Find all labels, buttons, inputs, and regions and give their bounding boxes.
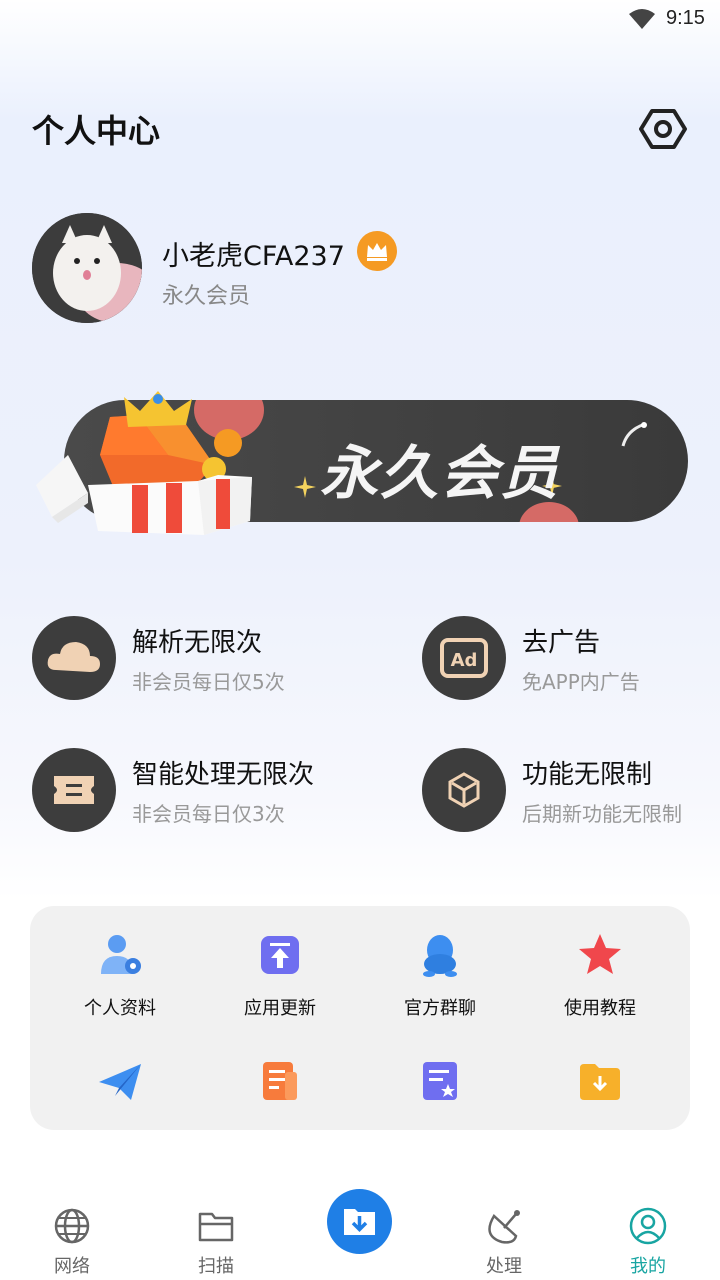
qq-icon	[423, 935, 457, 977]
gift-box-icon	[36, 391, 252, 535]
tool-share[interactable]	[40, 1056, 200, 1110]
nav-scan[interactable]: 扫描	[166, 1206, 266, 1278]
nav-mine[interactable]: 我的	[598, 1206, 698, 1278]
nav-process[interactable]: 处理	[454, 1206, 554, 1278]
nav-network[interactable]: 网络	[22, 1206, 122, 1278]
user-circle-icon	[629, 1207, 667, 1245]
svg-text:Ad: Ad	[451, 650, 478, 671]
folder-icon	[198, 1212, 234, 1242]
user-profile-icon	[101, 935, 141, 974]
sparkle-icon	[294, 476, 316, 498]
crown-icon	[357, 231, 397, 271]
page-title: 个人中心	[32, 112, 161, 150]
feature-subtitle: 后期新功能无限制	[522, 802, 682, 826]
cube-icon	[422, 748, 506, 832]
feature-unlimited-processing[interactable]: 智能处理无限次 非会员每日仅3次	[32, 748, 372, 838]
member-status: 永久会员	[162, 284, 251, 309]
tool-label: 个人资料	[84, 998, 156, 1019]
globe-icon	[54, 1208, 90, 1244]
nav-label: 扫描	[198, 1256, 234, 1277]
download-folder-button[interactable]	[327, 1189, 392, 1254]
tool-downloads[interactable]	[520, 1056, 680, 1110]
feature-no-ads[interactable]: Ad 去广告 免APP内广告	[422, 616, 720, 706]
feature-title: 智能处理无限次	[132, 760, 315, 790]
download-folder-icon	[344, 1209, 375, 1235]
avatar[interactable]	[32, 213, 142, 323]
feature-title: 解析无限次	[132, 628, 263, 658]
ticket-icon	[32, 748, 116, 832]
username: 小老虎CFA237	[162, 241, 345, 272]
nav-label: 我的	[630, 1256, 666, 1277]
bottom-nav: 网络 扫描 处理 我的	[0, 1180, 720, 1280]
status-bar: 9:15	[0, 0, 720, 40]
rated-list-icon	[423, 1062, 457, 1100]
wifi-icon	[629, 9, 655, 29]
feature-unlimited-parse[interactable]: 解析无限次 非会员每日仅5次	[32, 616, 372, 706]
update-icon	[261, 936, 299, 974]
nav-label: 网络	[54, 1256, 90, 1277]
tool-label: 使用教程	[564, 998, 636, 1019]
feature-subtitle: 非会员每日仅3次	[132, 802, 285, 826]
document-list-icon	[263, 1062, 297, 1100]
feature-unlimited-functions[interactable]: 功能无限制 后期新功能无限制	[422, 748, 720, 838]
avatar-cat-image	[32, 213, 142, 323]
status-time: 9:15	[666, 7, 705, 29]
satellite-icon	[488, 1210, 520, 1244]
folder-download-icon	[580, 1064, 620, 1100]
vip-banner[interactable]: 永久会员	[28, 385, 692, 545]
tools-panel: 个人资料 应用更新 官方群聊 使用教程	[30, 906, 690, 1130]
cloud-icon	[32, 616, 116, 700]
ad-icon: Ad	[422, 616, 506, 700]
feature-subtitle: 免APP内广告	[522, 670, 640, 694]
tool-favorites[interactable]	[360, 1056, 520, 1110]
tool-profile[interactable]: 个人资料	[40, 930, 200, 1020]
star-icon	[579, 934, 621, 974]
tool-label: 应用更新	[244, 998, 316, 1019]
tool-documents[interactable]	[200, 1056, 360, 1110]
feature-title: 去广告	[522, 628, 601, 658]
comet-icon	[621, 422, 647, 447]
tool-tutorial[interactable]: 使用教程	[520, 930, 680, 1020]
paper-plane-icon	[99, 1064, 141, 1100]
feature-title: 功能无限制	[522, 760, 653, 790]
banner-title: 永久会员	[320, 439, 561, 507]
tool-app-update[interactable]: 应用更新	[200, 930, 360, 1020]
gear-icon[interactable]	[638, 104, 688, 154]
nav-label: 处理	[486, 1256, 522, 1277]
tool-official-group[interactable]: 官方群聊	[360, 930, 520, 1020]
tool-label: 官方群聊	[404, 998, 476, 1019]
feature-subtitle: 非会员每日仅5次	[132, 670, 285, 694]
